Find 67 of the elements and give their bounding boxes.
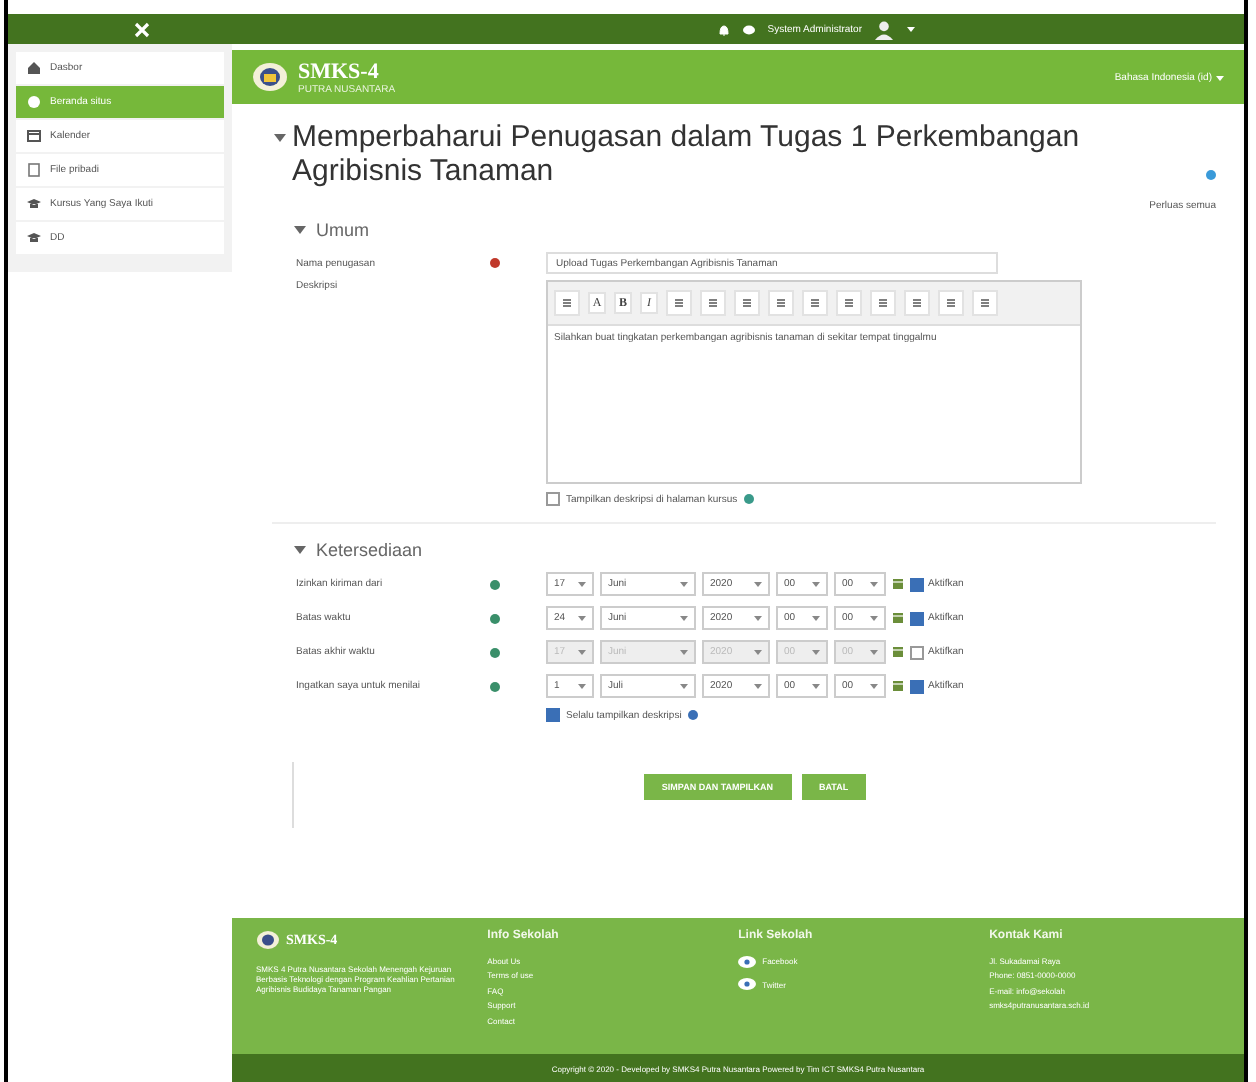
page-title: Memperbaharui Penugasan dalam Tugas 1 Perkembangan Agribisnis Tanaman [292,120,1082,188]
caret-icon [680,580,688,588]
bell-icon[interactable] [717,23,730,35]
help-icon [490,647,500,657]
caret-icon [680,648,688,656]
caret-icon[interactable] [906,24,916,34]
checkbox[interactable] [910,611,924,625]
checkbox[interactable] [910,679,924,693]
toolbar-icon[interactable] [562,298,572,308]
caret-icon [754,580,762,588]
calendar-icon[interactable] [892,578,904,590]
caret-icon [578,614,586,622]
section-title[interactable]: Umum [316,220,369,240]
file-icon [26,162,42,178]
required-icon [490,258,500,268]
caret-icon [870,682,878,690]
avatar-icon[interactable] [874,19,894,39]
caret-icon [812,648,820,656]
chat-icon[interactable] [741,23,756,35]
checkbox[interactable] [910,645,924,659]
school-logo-icon [256,930,280,950]
caret-icon [812,614,820,622]
toolbar-icon[interactable] [776,298,786,308]
toolbar-icon[interactable] [674,298,684,308]
help-icon [490,579,500,589]
help-icon [743,494,754,504]
toolbar-icon[interactable] [708,298,718,308]
caret-icon [754,614,762,622]
toolbar-icon[interactable] [844,298,854,308]
caret-icon [578,580,586,588]
toolbar-icon[interactable] [946,298,956,308]
logo-text: SMKS-4 [298,59,381,83]
calendar-icon[interactable] [892,680,904,692]
toolbar-icon[interactable] [980,298,990,308]
caret-icon [870,614,878,622]
help-icon [687,710,698,720]
caret-icon [272,130,288,146]
caret-icon [680,614,688,622]
checkbox[interactable] [910,577,924,591]
toolbar-icon[interactable] [878,298,888,308]
graduation-cap-icon [26,230,42,246]
caret-icon [1216,73,1224,81]
toolbar-icon[interactable] [912,298,922,308]
caret-icon [812,580,820,588]
caret-icon [754,648,762,656]
caret-icon [870,648,878,656]
graduation-cap-icon [26,196,42,212]
caret-icon [578,682,586,690]
help-icon [1206,170,1216,180]
caret-icon [870,580,878,588]
caret-icon [812,682,820,690]
school-logo-icon [252,62,288,92]
help-icon [490,613,500,623]
caret-icon [754,682,762,690]
toolbar-icon[interactable] [742,298,752,308]
caret-icon [578,648,586,656]
calendar-icon[interactable] [892,612,904,624]
section-title[interactable]: Ketersediaan [316,540,423,560]
toolbar-icon[interactable] [810,298,820,308]
help-icon [490,681,500,691]
close-icon[interactable] [134,21,150,37]
caret-icon [680,682,688,690]
checkbox[interactable] [546,708,560,722]
home-icon [26,60,42,76]
calendar-icon [26,128,42,144]
calendar-icon[interactable] [892,646,904,658]
checkbox[interactable] [546,492,560,506]
